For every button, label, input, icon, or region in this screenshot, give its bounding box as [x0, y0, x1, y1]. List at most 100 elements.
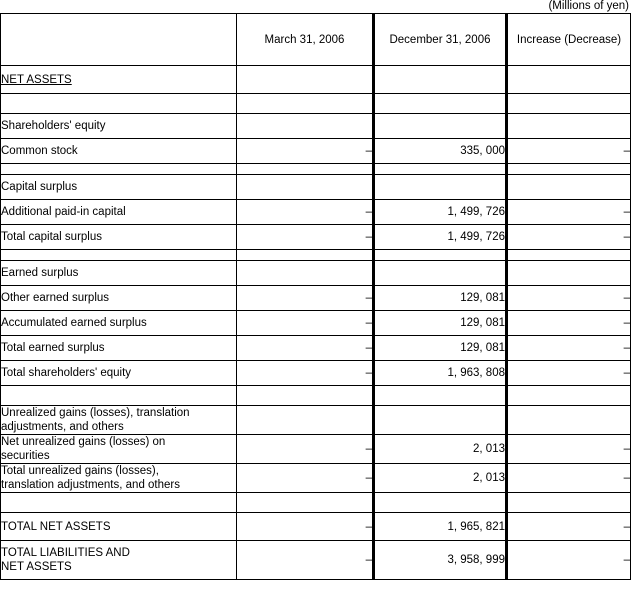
row-label-unrealized-gains-header: Unrealized gains (losses), translation a…: [0, 405, 237, 435]
spacer-march-1: [236, 93, 374, 114]
row-label-total-capital-surplus: Total capital surplus: [0, 224, 237, 250]
cell-additional-paid-in-capital-change: –: [506, 199, 631, 225]
table-row-spacer-3: [0, 249, 631, 261]
row-label-capital-surplus: Capital surplus: [0, 174, 237, 200]
row-label-accumulated-earned-surplus: Accumulated earned surplus: [0, 310, 237, 336]
table-row: Total earned surplus – 129, 081 –: [0, 335, 631, 361]
spacer-label-2: [0, 163, 237, 175]
spacer-march-3: [236, 249, 374, 261]
cell-total-unrealized-gains-change: –: [506, 463, 631, 493]
spacer-march-4: [236, 385, 374, 406]
row-label-shareholders-equity: Shareholders' equity: [0, 113, 237, 139]
cell-net-unrealized-gains-change: –: [506, 434, 631, 464]
cell-unrealized-gains-header-change: [506, 405, 631, 435]
column-header-label: [0, 13, 237, 66]
spacer-december-5: [372, 492, 508, 513]
total-unrealized-gains-line2: translation adjustments, and others: [1, 479, 180, 491]
cell-total-capital-surplus-march: –: [236, 224, 374, 250]
row-label-total-net-assets: TOTAL NET ASSETS: [0, 512, 237, 541]
cell-shareholders-equity-march: [236, 113, 374, 139]
cell-capital-surplus-march: [236, 174, 374, 200]
cell-shareholders-equity-december: [372, 113, 508, 139]
table-row: Unrealized gains (losses), translation a…: [0, 405, 631, 435]
total-unrealized-gains-line1: Total unrealized gains (losses),: [1, 465, 159, 477]
cell-total-earned-surplus-march: –: [236, 335, 374, 361]
cell-accumulated-earned-surplus-change: –: [506, 310, 631, 336]
cell-capital-surplus-change: [506, 174, 631, 200]
table-row: Total capital surplus – 1, 499, 726 –: [0, 224, 631, 250]
table-row: Total shareholders' equity – 1, 963, 808…: [0, 360, 631, 386]
spacer-march-5: [236, 492, 374, 513]
cell-common-stock-december: 335, 000: [372, 138, 508, 164]
cell-total-liabilities-december: 3, 958, 999: [372, 540, 508, 580]
net-assets-title: NET ASSETS: [1, 73, 72, 86]
cell-capital-surplus-december: [372, 174, 508, 200]
cell-earned-surplus-march: [236, 260, 374, 286]
spacer-march-2: [236, 163, 374, 175]
cell-total-shareholders-equity-december: 1, 963, 808: [372, 360, 508, 386]
cell-other-earned-surplus-december: 129, 081: [372, 285, 508, 311]
row-label-total-unrealized-gains: Total unrealized gains (losses), transla…: [0, 463, 237, 493]
cell-total-earned-surplus-december: 129, 081: [372, 335, 508, 361]
spacer-change-4: [506, 385, 631, 406]
table-body: NET ASSETS Shareholders' equity Common s: [0, 65, 631, 580]
header-row: March 31, 2006 December 31, 2006 Increas…: [0, 13, 631, 66]
cell-unrealized-gains-header-march: [236, 405, 374, 435]
table-row-spacer-4: [0, 385, 631, 406]
cell-total-net-assets-december: 1, 965, 821: [372, 512, 508, 541]
spacer-change-2: [506, 163, 631, 175]
row-label-total-shareholders-equity: Total shareholders' equity: [0, 360, 237, 386]
cell-accumulated-earned-surplus-march: –: [236, 310, 374, 336]
cell-other-earned-surplus-change: –: [506, 285, 631, 311]
spacer-december-4: [372, 385, 508, 406]
table-row-spacer-2: [0, 163, 631, 175]
cell-total-unrealized-gains-march: –: [236, 463, 374, 493]
cell-earned-surplus-change: [506, 260, 631, 286]
table-row: Capital surplus: [0, 174, 631, 200]
spacer-december-2: [372, 163, 508, 175]
balance-sheet-table-container: March 31, 2006 December 31, 2006 Increas…: [0, 13, 631, 580]
cell-additional-paid-in-capital-december: 1, 499, 726: [372, 199, 508, 225]
cell-accumulated-earned-surplus-december: 129, 081: [372, 310, 508, 336]
spacer-change-3: [506, 249, 631, 261]
cell-shareholders-equity-change: [506, 113, 631, 139]
table-row: Additional paid-in capital – 1, 499, 726…: [0, 199, 631, 225]
total-liabilities-line2: NET ASSETS: [1, 561, 72, 573]
cell-net-unrealized-gains-march: –: [236, 434, 374, 464]
cell-total-net-assets-change: –: [506, 512, 631, 541]
row-label-additional-paid-in-capital: Additional paid-in capital: [0, 199, 237, 225]
cell-total-unrealized-gains-december: 2, 013: [372, 463, 508, 493]
net-unrealized-gains-line1: Net unrealized gains (losses) on: [1, 436, 166, 448]
table-row-total-liabilities-and-net-assets: TOTAL LIABILITIES AND NET ASSETS – 3, 95…: [0, 540, 631, 580]
cell-total-net-assets-march: –: [236, 512, 374, 541]
unit-note: (Millions of yen): [548, 0, 629, 12]
unrealized-gains-header-line2: adjustments, and others: [1, 421, 124, 433]
row-label-other-earned-surplus: Other earned surplus: [0, 285, 237, 311]
spacer-label-4: [0, 385, 237, 406]
cell-total-liabilities-change: –: [506, 540, 631, 580]
table-row: Net unrealized gains (losses) on securit…: [0, 434, 631, 464]
cell-total-capital-surplus-december: 1, 499, 726: [372, 224, 508, 250]
table-row-spacer-1: [0, 93, 631, 114]
table-header: March 31, 2006 December 31, 2006 Increas…: [0, 13, 631, 66]
net-unrealized-gains-line2: securities: [1, 450, 50, 462]
column-header-march-2006: March 31, 2006: [236, 13, 374, 66]
spacer-label-3: [0, 249, 237, 261]
cell-total-liabilities-march: –: [236, 540, 374, 580]
cell-earned-surplus-december: [372, 260, 508, 286]
cell-unrealized-gains-header-december: [372, 405, 508, 435]
row-label-common-stock: Common stock: [0, 138, 237, 164]
cell-net-assets-change: [506, 65, 631, 94]
row-label-net-assets: NET ASSETS: [0, 65, 237, 94]
table-row-net-assets-heading: NET ASSETS: [0, 65, 631, 94]
spacer-change-1: [506, 93, 631, 114]
spacer-label-5: [0, 492, 237, 513]
table-row: Accumulated earned surplus – 129, 081 –: [0, 310, 631, 336]
table-row: Common stock – 335, 000 –: [0, 138, 631, 164]
row-label-total-earned-surplus: Total earned surplus: [0, 335, 237, 361]
cell-total-shareholders-equity-march: –: [236, 360, 374, 386]
cell-common-stock-change: –: [506, 138, 631, 164]
net-assets-table: March 31, 2006 December 31, 2006 Increas…: [0, 13, 631, 580]
spacer-label-1: [0, 93, 237, 114]
cell-net-unrealized-gains-december: 2, 013: [372, 434, 508, 464]
